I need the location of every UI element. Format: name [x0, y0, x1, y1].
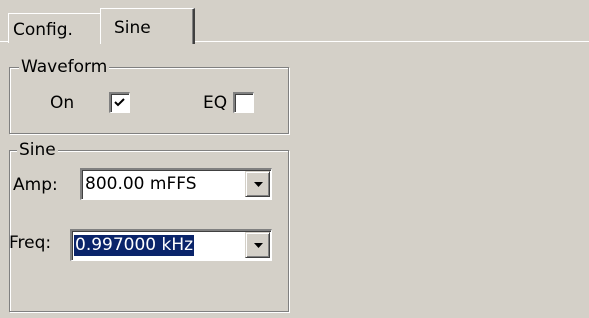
tab-border-line [0, 41, 8, 42]
tab-sine[interactable]: Sine [100, 8, 195, 44]
check-icon [114, 98, 125, 107]
on-label: On [50, 93, 75, 113]
waveform-group: Waveform On EQ [9, 57, 289, 134]
amp-combo[interactable]: 800.00 mFFS [80, 168, 272, 200]
sine-group: Sine Amp: 800.00 mFFS Freq: 0.997000 kHz [9, 140, 289, 312]
tab-border-line [192, 41, 589, 42]
tab-config-label: Config. [13, 20, 73, 40]
tab-strip: Config. Sine [0, 0, 589, 44]
sine-group-title: Sine [17, 140, 58, 160]
amp-dropdown-button[interactable] [245, 171, 270, 197]
freq-dropdown-button[interactable] [245, 232, 270, 258]
chevron-down-icon [254, 182, 263, 187]
chevron-down-icon [254, 243, 263, 248]
eq-label: EQ [203, 93, 228, 113]
freq-value[interactable]: 0.997000 kHz [74, 235, 195, 256]
amp-label: Amp: [13, 175, 58, 195]
on-checkbox[interactable] [109, 92, 130, 113]
amp-value[interactable]: 800.00 mFFS [84, 174, 198, 195]
waveform-group-title: Waveform [19, 57, 110, 77]
eq-checkbox[interactable] [233, 92, 254, 113]
tab-sine-label: Sine [114, 18, 151, 38]
freq-combo[interactable]: 0.997000 kHz [70, 229, 272, 261]
freq-label: Freq: [9, 233, 52, 253]
tab-config[interactable]: Config. [8, 13, 102, 43]
